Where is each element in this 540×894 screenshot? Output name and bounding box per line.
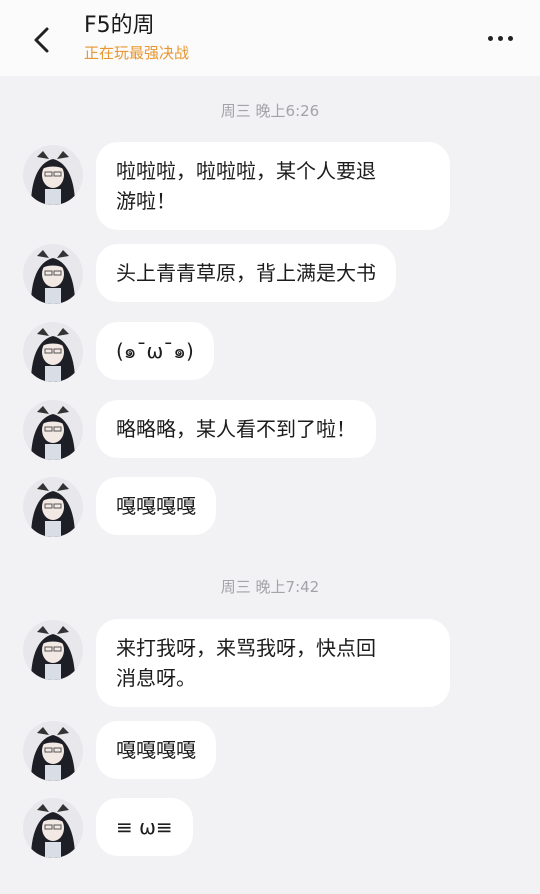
- chevron-left-icon: [34, 27, 49, 53]
- contact-avatar[interactable]: [23, 477, 83, 537]
- message-bubble[interactable]: 略略略，某人看不到了啦！: [96, 400, 376, 458]
- back-button[interactable]: [26, 22, 58, 58]
- contact-avatar[interactable]: [23, 798, 83, 858]
- message-bubble[interactable]: 啦啦啦，啦啦啦，某个人要退 游啦！: [96, 142, 450, 230]
- avatar-image: [23, 798, 83, 858]
- contact-avatar[interactable]: [23, 145, 83, 205]
- contact-avatar[interactable]: [23, 400, 83, 460]
- message-bubble[interactable]: (๑¯ω¯๑): [96, 322, 214, 380]
- more-dot: [507, 35, 513, 41]
- contact-avatar[interactable]: [23, 244, 83, 304]
- contact-avatar[interactable]: [23, 620, 83, 680]
- more-dot: [497, 35, 503, 41]
- contact-status: 正在玩最强决战: [84, 44, 190, 62]
- message-bubble[interactable]: 嘎嘎嘎嘎: [96, 477, 216, 535]
- more-options-button[interactable]: [480, 24, 520, 52]
- message-timestamp: 周三 晚上6:26: [220, 102, 320, 120]
- message-bubble[interactable]: 来打我呀，来骂我呀，快点回 消息呀。: [96, 619, 450, 707]
- message-bubble[interactable]: 头上青青草原，背上满是大书: [96, 244, 396, 302]
- contact-avatar[interactable]: [23, 721, 83, 781]
- message-bubble[interactable]: 嘎嘎嘎嘎: [96, 721, 216, 779]
- message-bubble[interactable]: ≡ ω≡: [96, 798, 193, 856]
- avatar-image: [23, 620, 83, 680]
- avatar-image: [23, 477, 83, 537]
- avatar-image: [23, 721, 83, 781]
- chat-header: F5的周 正在玩最强决战: [0, 0, 540, 76]
- contact-avatar[interactable]: [23, 322, 83, 382]
- avatar-image: [23, 244, 83, 304]
- more-dots-icon: [487, 35, 493, 41]
- avatar-image: [23, 400, 83, 460]
- avatar-image: [23, 322, 83, 382]
- chat-title: F5的周: [84, 13, 155, 38]
- avatar-image: [23, 145, 83, 205]
- message-timestamp: 周三 晚上7:42: [220, 578, 320, 596]
